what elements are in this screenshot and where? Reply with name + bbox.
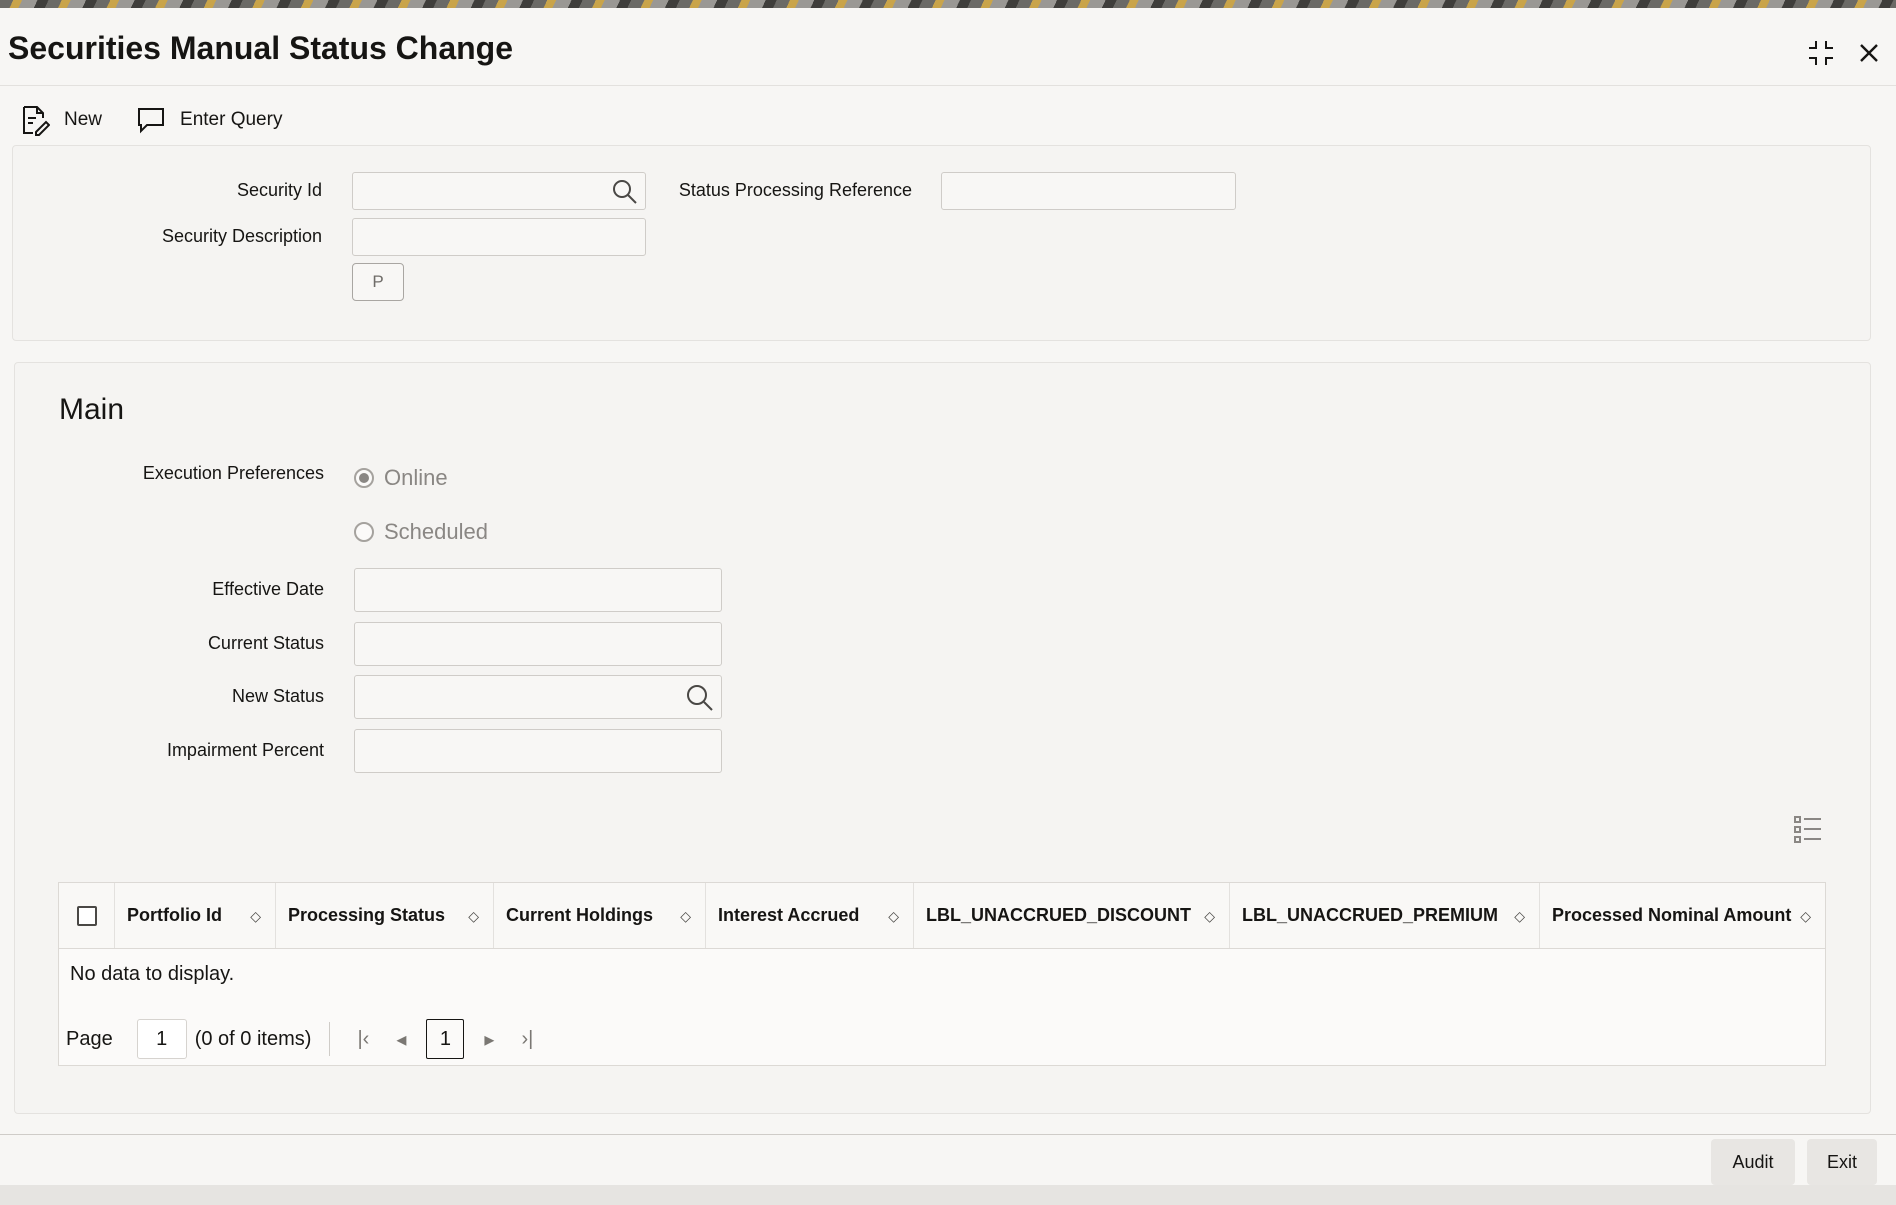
new-status-label: New Status — [231, 686, 324, 706]
close-button[interactable] — [1854, 38, 1884, 68]
new-status-field[interactable] — [354, 675, 722, 719]
new-label: New — [64, 109, 103, 130]
radio-online-indicator[interactable] — [354, 468, 374, 488]
new-document-icon — [23, 106, 50, 136]
column-label: Processing Status — [288, 905, 446, 925]
security-description-input[interactable] — [353, 219, 645, 255]
security-id-input[interactable] — [353, 173, 645, 209]
impairment-percent-field[interactable] — [354, 729, 722, 773]
page-label: Page — [66, 1027, 113, 1050]
sort-icon[interactable]: ◇ — [1204, 909, 1215, 923]
next-page-icon[interactable]: ▸ — [470, 1027, 508, 1052]
last-page-icon[interactable]: ›| — [508, 1028, 546, 1051]
collapse-button[interactable] — [1806, 38, 1836, 68]
enter-query-label: Enter Query — [180, 109, 283, 130]
radio-online-label: Online — [384, 465, 448, 490]
page-number-input[interactable]: 1 — [136, 1019, 187, 1059]
impairment-percent-input[interactable] — [355, 730, 721, 772]
column-label: Processed Nominal Amount — [1552, 905, 1792, 925]
p-button[interactable]: P — [352, 263, 404, 301]
column-header-unaccrued-premium[interactable]: LBL_UNACCRUED_PREMIUM ◇ — [1230, 883, 1540, 948]
select-all-header — [59, 883, 115, 948]
top-decorative-strip — [0, 0, 1896, 8]
main-section-title: Main — [59, 393, 125, 426]
sort-icon[interactable]: ◇ — [250, 909, 261, 923]
collapse-icon — [1809, 41, 1833, 65]
radio-online[interactable]: Online — [354, 465, 448, 491]
column-header-portfolio-id[interactable]: Portfolio Id ◇ — [115, 883, 276, 948]
radio-scheduled[interactable]: Scheduled — [354, 519, 488, 545]
column-label: LBL_UNACCRUED_DISCOUNT — [926, 905, 1192, 925]
effective-date-label: Effective Date — [212, 579, 324, 599]
pager-divider — [329, 1022, 331, 1056]
column-header-processing-status[interactable]: Processing Status ◇ — [276, 883, 494, 948]
sort-icon[interactable]: ◇ — [680, 909, 691, 923]
title-divider — [0, 85, 1896, 86]
search-icon[interactable] — [611, 178, 639, 206]
column-header-current-holdings[interactable]: Current Holdings ◇ — [494, 883, 706, 948]
comment-icon — [138, 108, 165, 134]
search-icon[interactable] — [685, 683, 715, 713]
footer-divider — [0, 1134, 1896, 1135]
status-processing-reference-label: Status Processing Reference — [678, 180, 912, 200]
exit-button[interactable]: Exit — [1807, 1139, 1877, 1185]
previous-page-icon[interactable]: ◂ — [382, 1027, 420, 1052]
column-label: Portfolio Id — [127, 905, 222, 925]
column-label: Interest Accrued — [718, 905, 860, 925]
current-status-input[interactable] — [355, 623, 721, 665]
toolbar: New Enter Query — [20, 104, 282, 136]
first-page-icon[interactable]: |‹ — [344, 1028, 382, 1051]
column-label: Current Holdings — [506, 905, 653, 925]
effective-date-input[interactable] — [355, 569, 721, 611]
new-button[interactable]: New — [20, 104, 102, 136]
select-all-checkbox[interactable] — [76, 905, 97, 926]
column-settings-icon[interactable] — [1793, 814, 1823, 846]
page-title: Securities Manual Status Change — [8, 30, 514, 66]
sort-icon[interactable]: ◇ — [1800, 909, 1811, 923]
new-status-input[interactable] — [355, 676, 721, 718]
security-description-field[interactable] — [352, 218, 646, 256]
sort-icon[interactable]: ◇ — [888, 909, 899, 923]
radio-scheduled-indicator[interactable] — [354, 522, 374, 542]
close-icon — [1860, 44, 1878, 62]
status-processing-reference-input[interactable] — [942, 173, 1235, 209]
radio-scheduled-label: Scheduled — [384, 519, 488, 544]
column-label: LBL_UNACCRUED_PREMIUM — [1242, 905, 1499, 925]
pagination: Page 1 (0 of 0 items) |‹ ◂ 1 ▸ ›| — [66, 1019, 546, 1059]
current-page-button[interactable]: 1 — [426, 1019, 465, 1059]
column-header-interest-accrued[interactable]: Interest Accrued ◇ — [706, 883, 914, 948]
enter-query-button[interactable]: Enter Query — [136, 106, 282, 134]
status-change-table: Portfolio Id ◇ Processing Status ◇ Curre… — [58, 882, 1826, 1066]
table-header: Portfolio Id ◇ Processing Status ◇ Curre… — [59, 883, 1825, 949]
security-id-label: Security Id — [236, 180, 322, 200]
effective-date-field[interactable] — [354, 568, 722, 612]
sort-icon[interactable]: ◇ — [1514, 909, 1525, 923]
pager-nav: |‹ ◂ 1 ▸ ›| — [344, 1019, 546, 1059]
current-status-label: Current Status — [207, 633, 324, 653]
security-description-label: Security Description — [161, 226, 322, 246]
bottom-strip — [0, 1185, 1896, 1205]
column-header-processed-nominal-amount[interactable]: Processed Nominal Amount ◇ — [1540, 883, 1825, 948]
security-id-field[interactable] — [352, 172, 646, 210]
sort-icon[interactable]: ◇ — [468, 909, 479, 923]
current-status-field[interactable] — [354, 622, 722, 666]
audit-button[interactable]: Audit — [1711, 1139, 1795, 1185]
empty-table-message: No data to display. — [70, 963, 235, 985]
execution-preferences-label: Execution Preferences — [142, 463, 324, 483]
impairment-percent-label: Impairment Percent — [166, 740, 324, 760]
status-processing-reference-field[interactable] — [941, 172, 1236, 210]
column-header-unaccrued-discount[interactable]: LBL_UNACCRUED_DISCOUNT ◇ — [914, 883, 1230, 948]
items-summary: (0 of 0 items) — [194, 1027, 312, 1050]
window-controls — [1806, 38, 1884, 68]
